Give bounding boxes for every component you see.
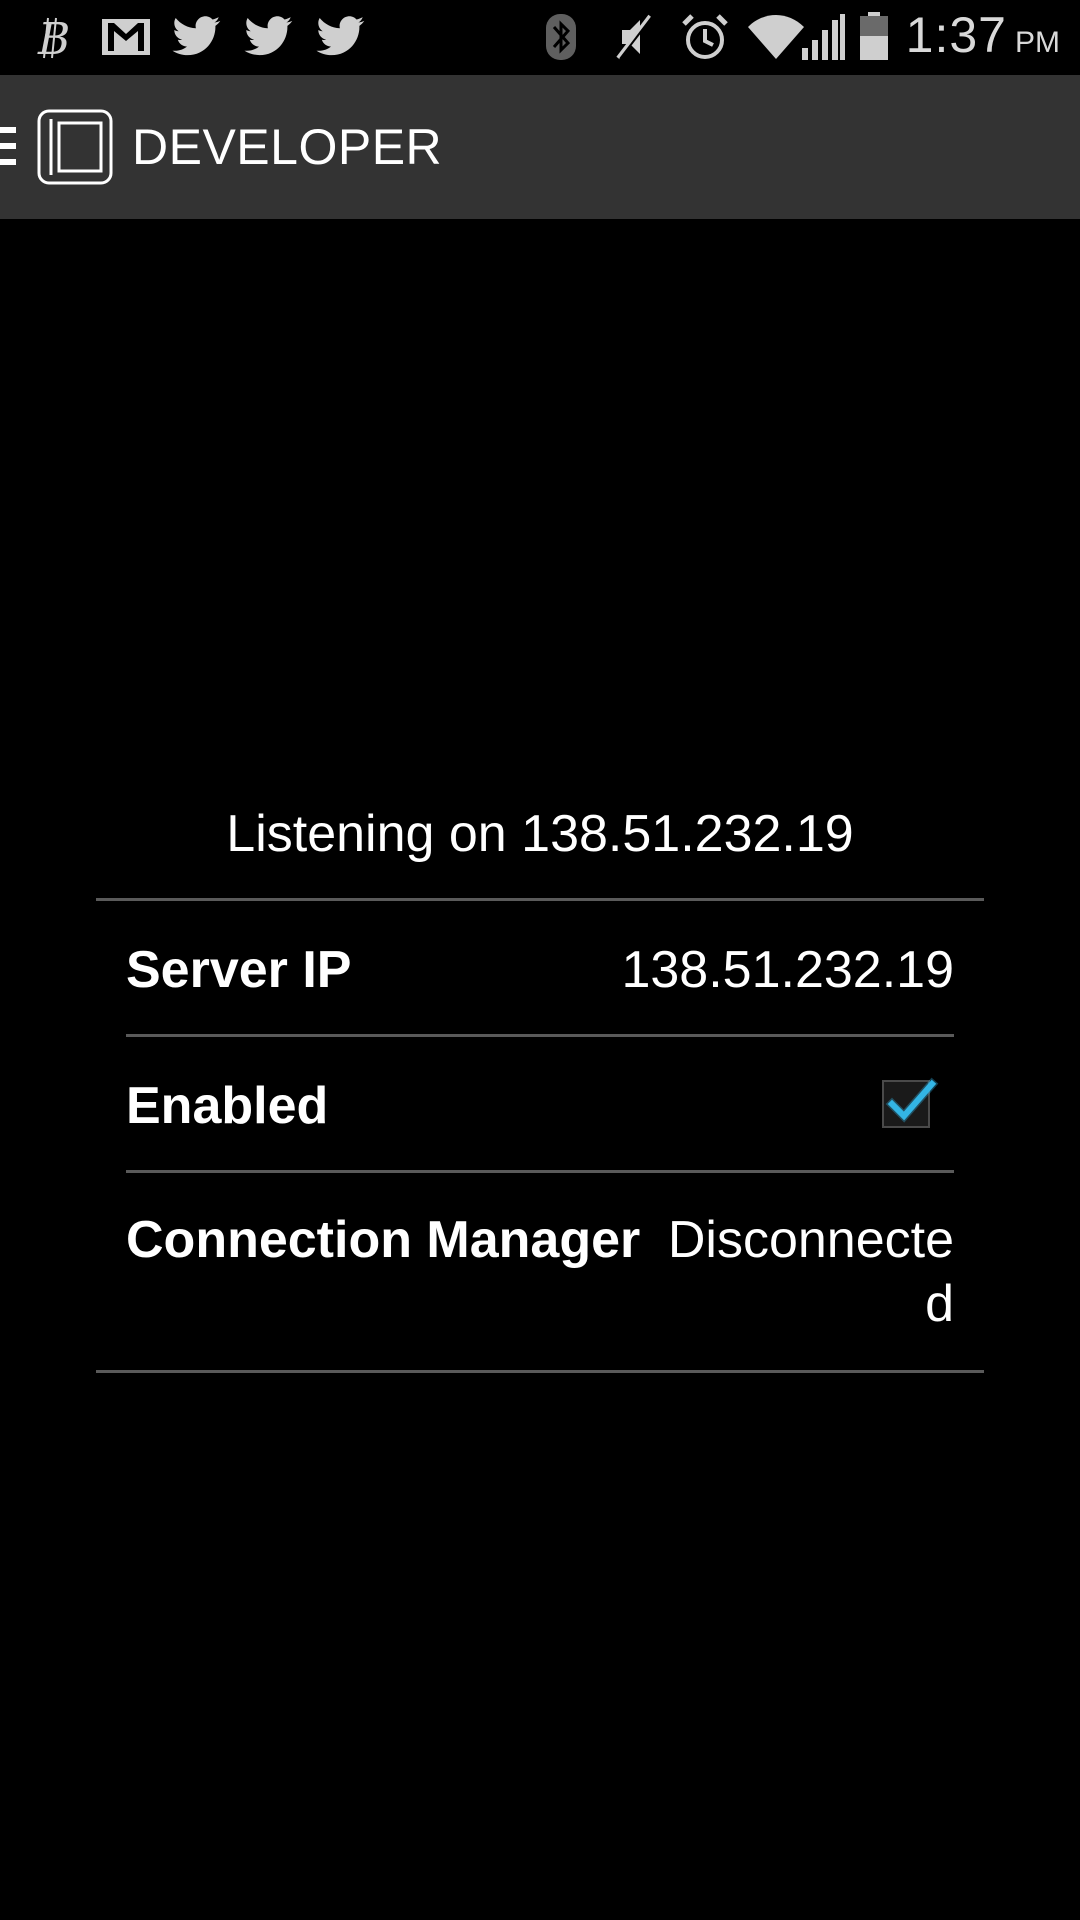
wifi-icon — [746, 12, 806, 62]
enabled-label: Enabled — [126, 1077, 329, 1135]
connection-manager-value: Disconnected — [667, 1211, 954, 1333]
navigation-drawer-icon[interactable] — [0, 123, 18, 171]
action-bar: DEVELOPER — [0, 75, 1080, 219]
signal-icon — [800, 12, 846, 62]
bitcoin-icon: B — [30, 12, 74, 62]
divider — [96, 1370, 984, 1373]
twitter-icon — [316, 12, 366, 62]
alarm-icon — [680, 12, 730, 62]
mute-icon — [612, 12, 656, 62]
server-ip-value: 138.51.232.19 — [621, 941, 954, 999]
page-title: DEVELOPER — [132, 119, 443, 175]
listening-status: Listening on 138.51.232.19 — [226, 805, 854, 863]
app-logo-icon[interactable] — [37, 109, 113, 185]
status-bar: B 1:37 PM — [0, 0, 1080, 75]
clock-time: 1:37 — [905, 7, 1007, 63]
divider — [126, 1034, 954, 1037]
twitter-icon — [172, 12, 222, 62]
checkmark-icon — [885, 1077, 939, 1123]
enabled-checkbox[interactable] — [882, 1077, 939, 1128]
server-ip-label: Server IP — [126, 941, 352, 999]
clock: 1:37 PM — [906, 6, 1060, 70]
clock-ampm: PM — [1015, 26, 1060, 59]
bluetooth-icon — [544, 12, 578, 62]
twitter-icon — [244, 12, 294, 62]
divider — [96, 898, 984, 901]
gmail-icon — [100, 12, 152, 62]
divider — [126, 1170, 954, 1173]
battery-icon — [858, 12, 890, 62]
connection-manager-label: Connection Manager — [126, 1211, 641, 1269]
